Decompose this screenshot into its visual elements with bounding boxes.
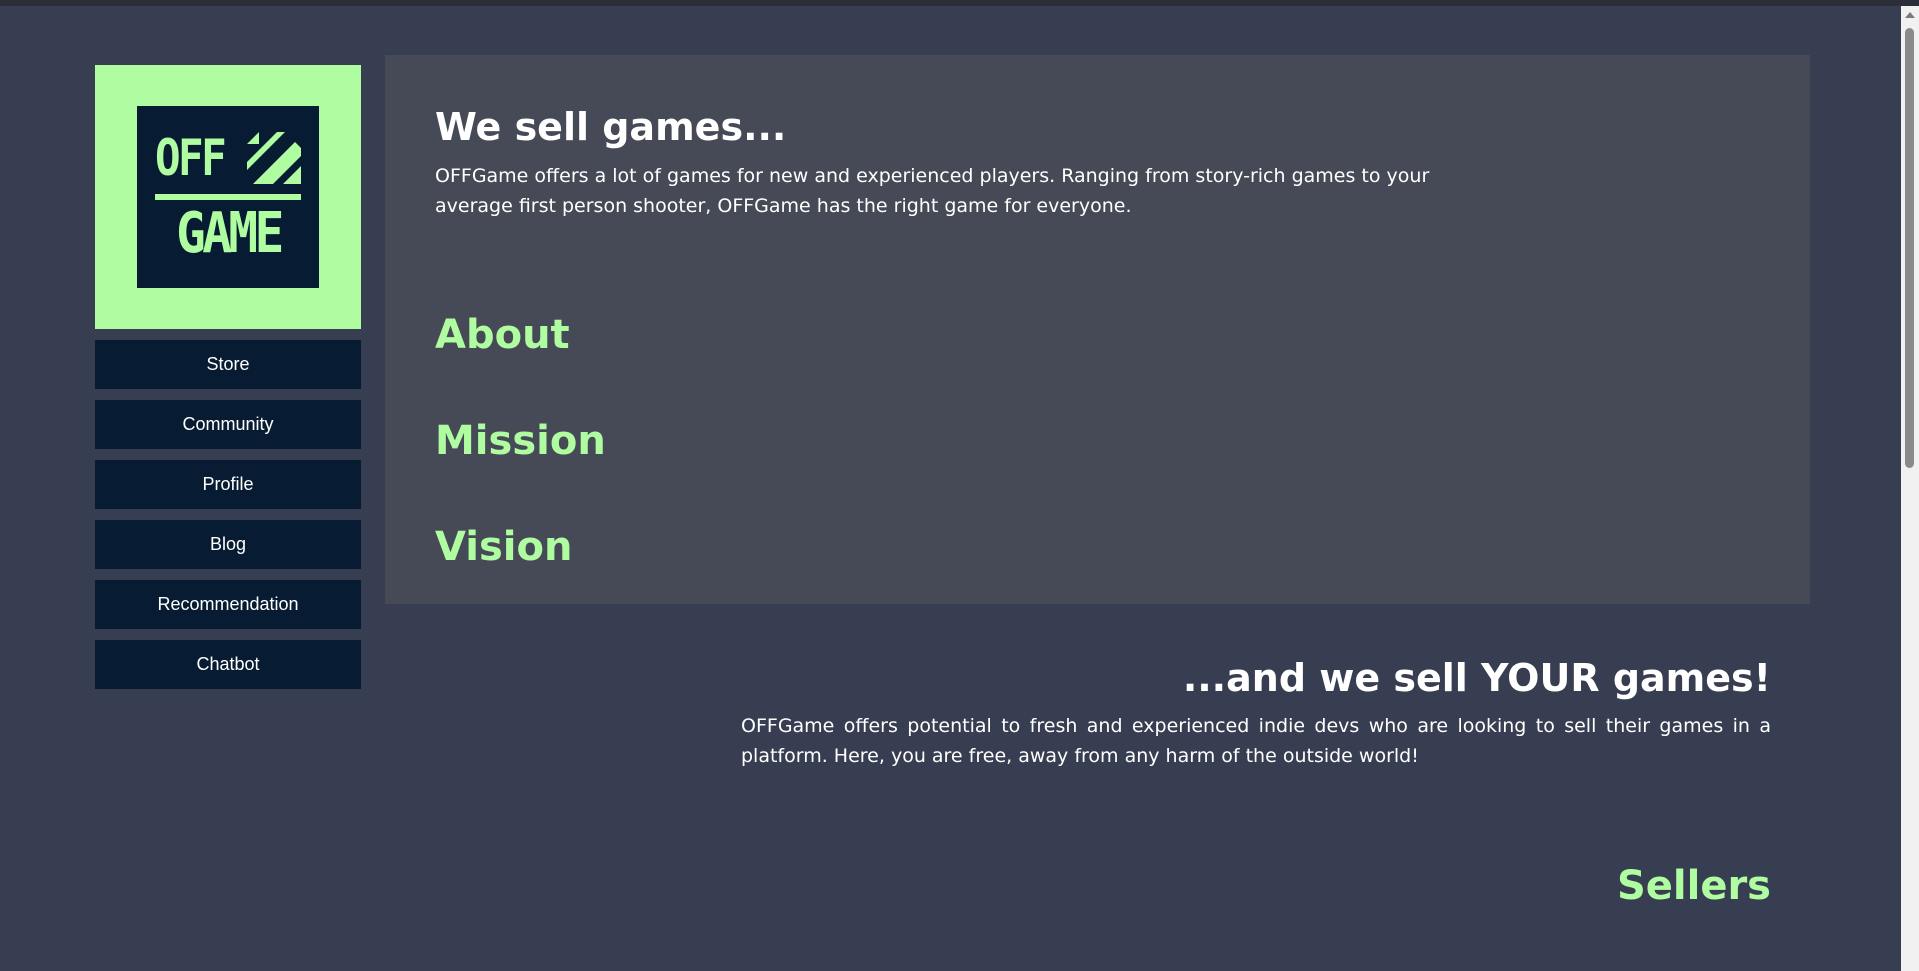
browser-top-edge	[0, 0, 1919, 6]
sellers-link[interactable]: Sellers	[1617, 863, 1771, 909]
logo-text-game: GAME	[175, 201, 284, 266]
vision-link[interactable]: Vision	[435, 524, 572, 570]
hero-description: OFFGame offers a lot of games for new an…	[435, 165, 1430, 217]
hero-panel: We sell games... OFFGame offers a lot of…	[385, 55, 1810, 604]
scrollbar-thumb[interactable]	[1905, 28, 1914, 468]
scroll-up-arrow-icon[interactable]	[1905, 12, 1915, 18]
nav-recommendation-button[interactable]: Recommendation	[95, 580, 361, 629]
nav-menu: Store Community Profile Blog Recommendat…	[95, 340, 361, 689]
about-link[interactable]: About	[435, 312, 570, 358]
nav-chatbot-button[interactable]: Chatbot	[95, 640, 361, 689]
nav-profile-button[interactable]: Profile	[95, 460, 361, 509]
sell-description: OFFGame offers potential to fresh and ex…	[741, 715, 1771, 767]
logo-stripes-icon	[247, 132, 301, 184]
page-scrollbar[interactable]	[1901, 6, 1919, 971]
logo-mark: OFF GAME	[137, 106, 319, 288]
logo-text-off: OFF	[155, 129, 227, 187]
sell-title: ...and we sell YOUR games!	[1182, 656, 1771, 700]
nav-community-button[interactable]: Community	[95, 400, 361, 449]
logo-divider	[155, 194, 301, 200]
nav-store-button[interactable]: Store	[95, 340, 361, 389]
sidebar: OFF GAME Store Community Profile Blog Re…	[95, 65, 361, 700]
hero-title: We sell games...	[435, 105, 787, 149]
nav-blog-button[interactable]: Blog	[95, 520, 361, 569]
site-logo[interactable]: OFF GAME	[95, 65, 361, 329]
mission-link[interactable]: Mission	[435, 418, 606, 464]
